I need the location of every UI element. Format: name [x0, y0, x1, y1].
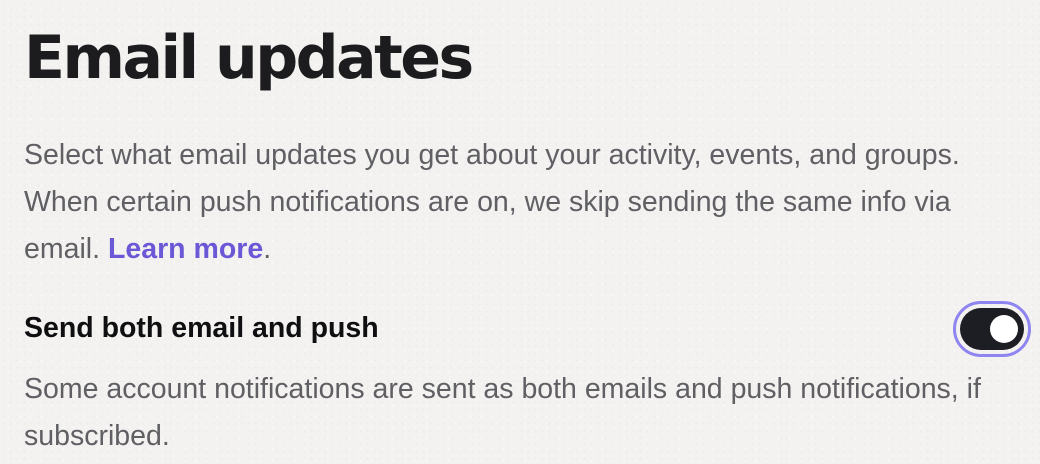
- section-description: Select what email updates you get about …: [24, 132, 1014, 273]
- page-title: Email updates: [24, 23, 474, 93]
- learn-more-link[interactable]: Learn more: [108, 233, 263, 265]
- setting-label: Send both email and push: [24, 312, 379, 344]
- send-both-setting-row: Send both email and push: [24, 300, 1032, 360]
- toggle-knob: [990, 315, 1018, 343]
- toggle-track: [960, 308, 1024, 350]
- description-suffix: .: [263, 233, 272, 265]
- send-both-toggle[interactable]: [953, 301, 1031, 357]
- setting-help-text: Some account notifications are sent as b…: [24, 373, 981, 452]
